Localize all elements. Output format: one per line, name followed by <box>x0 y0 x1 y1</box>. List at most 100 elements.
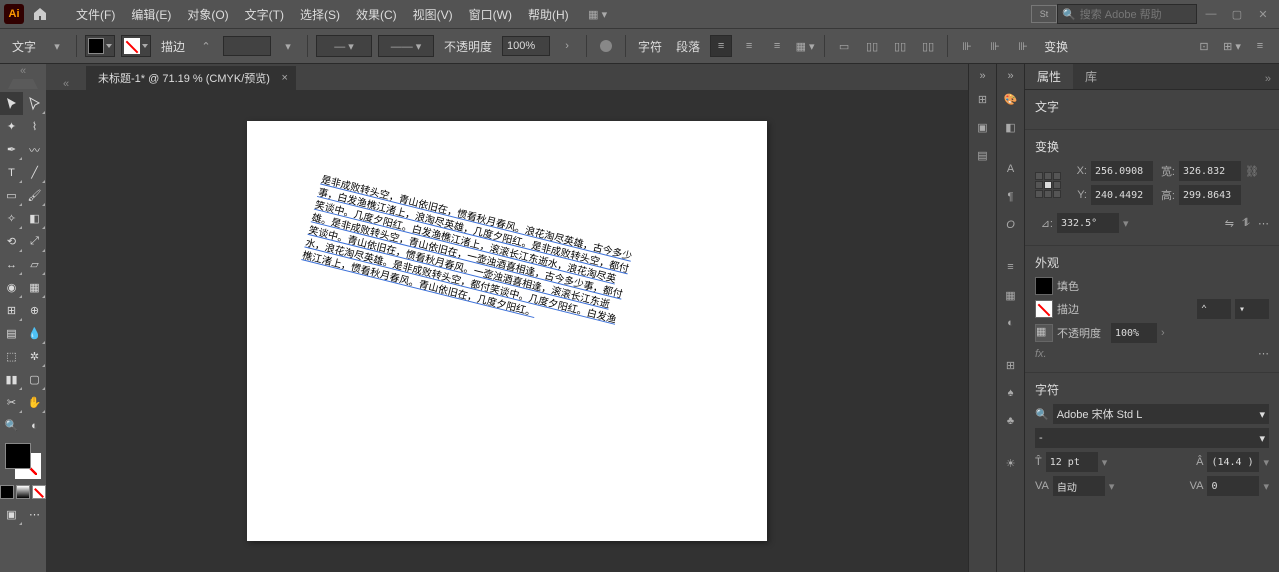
minimize-button[interactable]: — <box>1199 4 1223 24</box>
stroke-dash-panel[interactable]: ▾ <box>1235 299 1269 319</box>
opacity-value-panel[interactable]: 100% <box>1111 323 1157 343</box>
align-right-icon[interactable]: ≡ <box>766 35 788 57</box>
menu-window[interactable]: 窗口(W) <box>461 0 520 28</box>
font-size-input[interactable]: 12 pt <box>1046 452 1098 472</box>
magic-wand-tool[interactable]: ✦ <box>0 115 23 138</box>
eyedropper-tool[interactable]: 💧 <box>23 322 46 345</box>
pen-tool[interactable]: ✒ <box>0 138 23 161</box>
height-input[interactable]: 299.8643 <box>1179 185 1241 205</box>
line-tool[interactable]: ╱ <box>23 161 46 184</box>
panel-stroke-icon[interactable]: ≡ <box>1000 256 1022 278</box>
paintbrush-tool[interactable]: 🖌 <box>23 184 46 207</box>
stock-icon[interactable]: St <box>1031 5 1057 23</box>
menu-type[interactable]: 文字(T) <box>237 0 292 28</box>
stroke-weight-down-icon[interactable]: ▾ <box>277 35 299 57</box>
mesh-tool[interactable]: ⊕ <box>23 299 46 322</box>
rotate-dropdown-icon[interactable]: ▾ <box>1123 217 1129 230</box>
dist1-icon[interactable]: ⊪ <box>956 35 978 57</box>
stroke-swatch-panel[interactable] <box>1035 300 1053 318</box>
fill-color[interactable] <box>5 443 31 469</box>
live-paint-tool[interactable]: ▦ <box>23 276 46 299</box>
toolbar-collapse-icon[interactable]: « <box>0 66 46 76</box>
stroke-weight-input[interactable] <box>223 36 271 56</box>
eraser-tool[interactable]: ◧ <box>23 207 46 230</box>
align-center-icon[interactable]: ≡ <box>738 35 760 57</box>
toggle-fill-stroke-tool[interactable]: ◐ <box>23 414 46 437</box>
slice-tool[interactable]: ✂ <box>0 391 23 414</box>
mode-gradient[interactable] <box>16 485 30 499</box>
mode-none[interactable] <box>32 485 46 499</box>
panel-layers-icon[interactable]: ☀ <box>1000 452 1022 474</box>
free-transform-tool[interactable]: ▱ <box>23 253 46 276</box>
panel-graphic-styles-icon[interactable]: ♠ <box>1000 382 1022 404</box>
para-label[interactable]: 段落 <box>672 38 704 55</box>
opacity-swatch-panel[interactable]: ▦ <box>1035 324 1053 342</box>
width-input[interactable]: 326.832 <box>1179 161 1241 181</box>
toolmenu-icon[interactable]: ▾ <box>46 35 68 57</box>
hand-tool[interactable]: ✋ <box>23 391 46 414</box>
panel-symbols-icon[interactable]: ⊞ <box>1000 354 1022 376</box>
opacity-arrow-panel[interactable]: › <box>1161 327 1165 339</box>
recolor-icon[interactable] <box>595 35 617 57</box>
fill-swatch[interactable] <box>85 35 115 57</box>
flip-horizontal-icon[interactable]: ⇋ <box>1225 217 1234 230</box>
document-tab[interactable]: 未标题-1* @ 71.19 % (CMYK/预览) × <box>86 66 296 90</box>
align-obj2-icon[interactable]: ▯▯ <box>889 35 911 57</box>
rotate-input[interactable]: 332.5° <box>1057 213 1119 233</box>
arrange-docs-icon[interactable]: ▦ ▾ <box>587 3 609 25</box>
panel-swatches-icon[interactable]: ▦ <box>1000 284 1022 306</box>
opacity-input[interactable]: 100% <box>502 36 550 56</box>
screen-mode-tool[interactable]: ▣ <box>0 503 23 526</box>
maximize-button[interactable]: ▢ <box>1225 4 1249 24</box>
artboard-tool[interactable]: ▢ <box>23 368 46 391</box>
sel-similar-icon[interactable]: ⊞ ▾ <box>1221 35 1243 57</box>
rotate-tool[interactable]: ⟲ <box>0 230 23 253</box>
panel-paragraph-icon[interactable]: ¶ <box>1000 186 1022 208</box>
fill-swatch-panel[interactable] <box>1035 277 1053 295</box>
collapse-dock2-icon[interactable]: » <box>1000 70 1022 82</box>
tab-libraries[interactable]: 库 <box>1073 64 1109 89</box>
type-tool[interactable]: T <box>0 161 23 184</box>
shape-builder-tool[interactable]: ◉ <box>0 276 23 299</box>
curvature-tool[interactable]: 〰 <box>23 138 46 161</box>
isolate-icon[interactable]: ⊡ <box>1193 35 1215 57</box>
char-label[interactable]: 字符 <box>634 38 666 55</box>
align-obj1-icon[interactable]: ▯▯ <box>861 35 883 57</box>
search-input[interactable]: 🔍 搜索 Adobe 帮助 <box>1057 4 1197 24</box>
close-button[interactable]: ✕ <box>1251 4 1275 24</box>
panel-menu-icon[interactable]: ≡ <box>1249 35 1271 57</box>
more-options-icon[interactable]: ⋯ <box>1258 217 1269 230</box>
font-style-input[interactable]: -▾ <box>1035 428 1269 448</box>
text-frame[interactable]: 是非成败转头空，青山依旧在，惯看秋月春风。浪花淘尽英雄，古今多少事，白发渔樵江渚… <box>301 174 634 340</box>
gradient-tool[interactable]: ▤ <box>0 322 23 345</box>
menu-help[interactable]: 帮助(H) <box>520 0 577 28</box>
y-input[interactable]: 240.4492 <box>1091 185 1153 205</box>
menu-file[interactable]: 文件(F) <box>68 0 123 28</box>
panel-opentype-icon[interactable]: O <box>1000 214 1022 236</box>
menu-select[interactable]: 选择(S) <box>292 0 348 28</box>
close-tab-icon[interactable]: × <box>282 72 288 84</box>
x-input[interactable]: 256.0908 <box>1091 161 1153 181</box>
width-tool[interactable]: ↔ <box>0 253 23 276</box>
app-logo[interactable]: Ai <box>4 4 24 24</box>
stroke-swatch[interactable] <box>121 35 151 57</box>
shaper-tool[interactable]: ✧ <box>0 207 23 230</box>
zoom-tool[interactable]: 🔍 <box>0 414 23 437</box>
menu-view[interactable]: 视图(V) <box>405 0 461 28</box>
direct-selection-tool[interactable] <box>23 92 46 115</box>
font-search-icon[interactable]: 🔍 <box>1035 408 1049 421</box>
menu-effect[interactable]: 效果(C) <box>348 0 405 28</box>
stroke-weight-link-icon[interactable]: ⌃ <box>195 35 217 57</box>
menu-edit[interactable]: 编辑(E) <box>123 0 179 28</box>
panel-appearance-icon[interactable]: ♣ <box>1000 410 1022 432</box>
panel-type-icon[interactable]: A <box>1000 158 1022 180</box>
panel-collapse-icon[interactable]: » <box>1257 69 1279 89</box>
edit-toolbar[interactable]: ⋯ <box>23 503 46 526</box>
leading-input[interactable]: (14.4 ) <box>1207 452 1259 472</box>
fill-stroke-box[interactable] <box>3 441 43 481</box>
kerning-input[interactable]: 0 <box>1207 476 1259 496</box>
link-wh-icon[interactable]: ⛓ <box>1245 165 1259 178</box>
doc-collapse-icon[interactable]: « <box>46 78 86 90</box>
symbol-sprayer-tool[interactable]: ✲ <box>23 345 46 368</box>
menu-object[interactable]: 对象(O) <box>179 0 236 28</box>
